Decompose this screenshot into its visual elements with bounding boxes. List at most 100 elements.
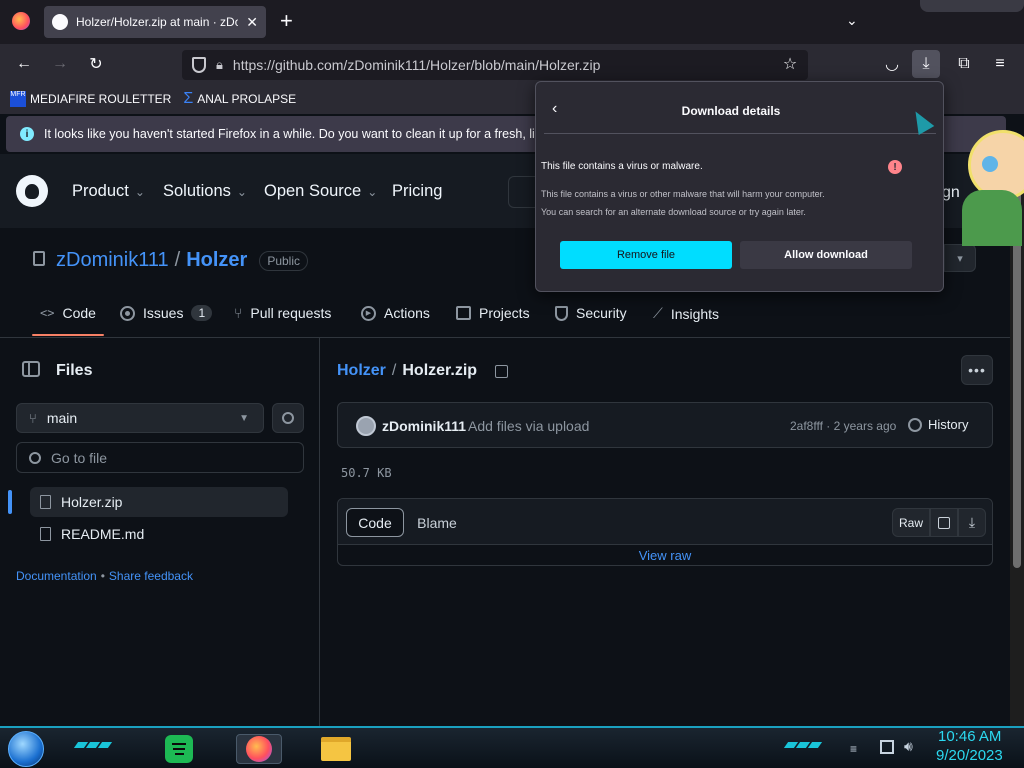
breadcrumb-separator: / [391, 362, 397, 379]
navigation-toolbar: ← → ↻ 🔒︎ https://github.com/zDominik111/… [0, 44, 1024, 84]
lock-icon[interactable]: 🔒︎ [216, 57, 223, 73]
firefox-menu-icon[interactable] [12, 12, 30, 30]
back-icon[interactable]: ← [10, 50, 38, 78]
spotify-icon[interactable] [163, 734, 195, 764]
file-name: README.md [61, 526, 145, 542]
code-view-toggle[interactable]: Code [346, 508, 404, 537]
file-tree-panel: Files ⑂ main ▼ Go to file Holzer.zip REA… [0, 338, 320, 726]
network-icon[interactable] [880, 740, 894, 754]
github-logo-icon[interactable] [16, 175, 48, 207]
download-details-panel: ‹ Download details This file contains a … [535, 81, 944, 292]
breadcrumb-file: Holzer.zip [402, 362, 478, 379]
url-bar[interactable]: 🔒︎ https://github.com/zDominik111/Holzer… [182, 50, 808, 80]
documentation-link[interactable]: Documentation [16, 569, 97, 583]
remove-file-button[interactable]: Remove file [560, 241, 732, 269]
tab-issues[interactable]: Issues 1 [120, 305, 213, 321]
tab-close-icon[interactable]: ✕ [246, 14, 258, 31]
url-text[interactable]: https://github.com/zDominik111/Holzer/bl… [233, 57, 601, 73]
search-files-button[interactable] [272, 403, 304, 433]
tab-code[interactable]: <> Code [40, 305, 96, 321]
pocket-icon[interactable]: ◡ [878, 50, 906, 78]
history-button[interactable]: History [908, 417, 968, 432]
commit-meta[interactable]: 2af8fff · 2 years ago [790, 419, 896, 433]
tab-title: Holzer/Holzer.zip at main · zDo [76, 15, 239, 29]
bookmark-star-icon[interactable]: ☆ [776, 50, 804, 78]
notification-text: It looks like you haven't started Firefo… [44, 127, 560, 141]
commit-author[interactable]: zDominik111 [382, 418, 466, 434]
commit-message[interactable]: Add files via upload [468, 418, 589, 434]
tab-active[interactable]: Holzer/Holzer.zip at main · zDo ✕ [44, 6, 266, 38]
bookmark-label: MEDIAFIRE ROULETTER [30, 92, 172, 106]
file-item-readme[interactable]: README.md [30, 519, 288, 549]
issues-count-badge: 1 [191, 305, 213, 321]
nav-open-source[interactable]: Open Source ⌄ [264, 182, 377, 201]
file-name: Holzer.zip [61, 494, 123, 510]
tracking-protection-icon[interactable] [192, 57, 206, 73]
tab-insights[interactable]: ⟋ Insights [653, 305, 719, 322]
clock-time[interactable]: 10:46 AM [938, 728, 1001, 745]
copy-icon [938, 516, 950, 529]
owner-link[interactable]: zDominik111 [56, 249, 169, 272]
raw-button[interactable]: Raw [892, 508, 930, 537]
copy-raw-button[interactable] [930, 508, 958, 537]
visibility-badge: Public [259, 250, 309, 271]
file-item-holzer-zip[interactable]: Holzer.zip [30, 487, 288, 517]
download-raw-button[interactable]: ⤓ [958, 508, 986, 537]
tab-label: Pull requests [250, 305, 332, 321]
forward-icon[interactable]: → [46, 50, 74, 78]
start-orb-icon[interactable] [8, 731, 44, 767]
nav-pricing[interactable]: Pricing [392, 182, 442, 201]
github-favicon-icon [52, 14, 68, 30]
nav-solutions[interactable]: Solutions ⌄ [163, 182, 247, 201]
nav-label: Product [72, 182, 129, 200]
bookmark-folder[interactable]: Σ ANAL PROLAPSE [183, 90, 296, 108]
tab-pull-requests[interactable]: ⑂ Pull requests [234, 305, 331, 321]
bookmark-label: ANAL PROLAPSE [197, 92, 297, 106]
nav-product[interactable]: Product ⌄ [72, 182, 145, 201]
tab-projects[interactable]: Projects [456, 305, 530, 321]
file-explorer-icon[interactable] [320, 734, 352, 764]
chevron-down-icon: ⌄ [367, 184, 378, 199]
issue-icon [120, 305, 135, 321]
chevron-down-icon: ⌄ [134, 184, 145, 199]
bookmark-mediafire[interactable]: MFR MEDIAFIRE ROULETTER [10, 91, 171, 107]
downloads-icon[interactable]: ⤓ [912, 50, 940, 78]
blame-view-toggle[interactable]: Blame [406, 508, 468, 537]
search-button[interactable] [508, 176, 538, 208]
file-size: 50.7 KB [341, 466, 392, 480]
repo-action-dropdown[interactable]: ▾ [944, 244, 976, 272]
repo-title: zDominik111 / Holzer Public [56, 249, 309, 272]
reload-icon[interactable]: ↻ [82, 50, 110, 78]
list-tabs-icon[interactable]: ⌄ [846, 12, 858, 29]
sign-in-link[interactable]: gn [942, 184, 960, 202]
view-raw-link[interactable]: View raw [338, 548, 992, 563]
branch-selector[interactable]: ⑂ main ▼ [16, 403, 264, 433]
app-menu-icon[interactable]: ≡ [986, 50, 1014, 78]
nav-label: Open Source [264, 182, 362, 200]
collapse-sidebar-icon[interactable] [22, 361, 40, 377]
tray-chevron-icon[interactable]: ≡ [850, 742, 857, 756]
extensions-icon[interactable]: ⧉ [950, 50, 978, 78]
copy-path-icon[interactable] [495, 364, 509, 378]
taskbar-decoration-left [73, 742, 113, 748]
volume-icon[interactable]: 🔊︎ [904, 738, 913, 755]
history-icon [908, 417, 922, 432]
share-feedback-link[interactable]: Share feedback [109, 569, 193, 583]
firefox-taskbar-icon[interactable] [236, 734, 282, 764]
tab-strip: Holzer/Holzer.zip at main · zDo ✕ + ⌄ [0, 0, 1024, 44]
allow-download-button[interactable]: Allow download [740, 241, 912, 269]
go-to-file-input[interactable]: Go to file [16, 442, 304, 473]
tab-code-underline [32, 334, 104, 336]
more-options-button[interactable]: ••• [961, 355, 993, 385]
breadcrumb-repo-link[interactable]: Holzer [337, 362, 386, 380]
tab-security[interactable]: Security [555, 305, 627, 321]
tab-actions[interactable]: ▶ Actions [361, 305, 430, 321]
repo-link[interactable]: Holzer [186, 249, 247, 272]
new-tab-button[interactable]: + [280, 8, 293, 34]
character-sticker [962, 122, 1024, 246]
clock-date[interactable]: 9/20/2023 [936, 747, 1003, 764]
pull-request-icon: ⑂ [234, 305, 243, 321]
go-to-file-placeholder: Go to file [51, 449, 108, 466]
avatar[interactable] [356, 416, 376, 436]
danger-icon: ! [888, 160, 902, 174]
